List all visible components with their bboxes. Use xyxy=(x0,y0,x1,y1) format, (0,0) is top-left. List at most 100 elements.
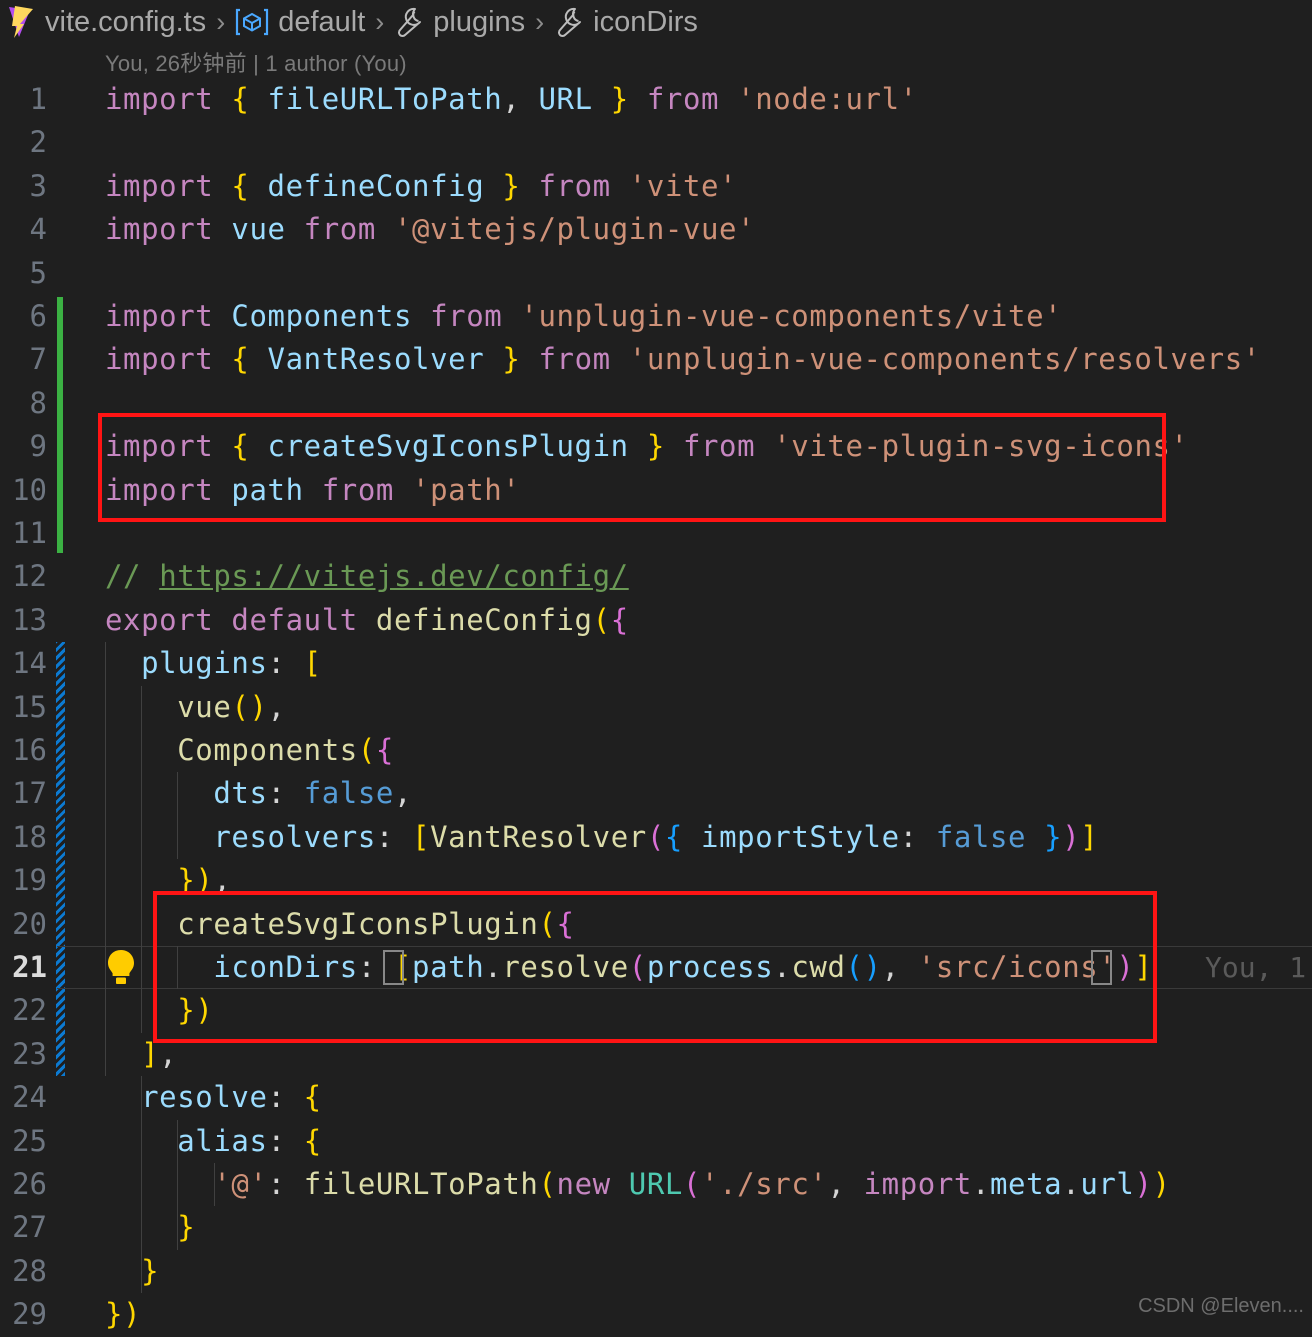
line-number: 6 xyxy=(0,295,47,338)
breadcrumb-item-plugins[interactable]: plugins xyxy=(394,6,525,38)
code-line[interactable]: 21 iconDirs: [path.resolve(process.cwd()… xyxy=(0,946,1312,989)
code-line[interactable]: 9 import { createSvgIconsPlugin } from '… xyxy=(0,425,1312,468)
line-content: '@': fileURLToPath(new URL('./src', impo… xyxy=(105,1163,1171,1206)
line-number: 29 xyxy=(0,1293,47,1336)
code-line[interactable]: 10 import path from 'path' xyxy=(0,469,1312,512)
breadcrumb-label-icondirs: iconDirs xyxy=(593,8,698,37)
line-number: 4 xyxy=(0,208,47,251)
line-number: 14 xyxy=(0,642,47,685)
code-line[interactable]: 28 } xyxy=(0,1250,1312,1293)
code-line[interactable]: 22 }) xyxy=(0,989,1312,1032)
breadcrumb-separator: › xyxy=(375,7,384,38)
vite-logo-icon xyxy=(6,5,36,39)
line-number: 26 xyxy=(0,1163,47,1206)
line-number: 8 xyxy=(0,382,47,425)
code-line[interactable]: 3 import { defineConfig } from 'vite' xyxy=(0,165,1312,208)
code-line[interactable]: 27 } xyxy=(0,1206,1312,1249)
code-line[interactable]: 19 }), xyxy=(0,859,1312,902)
line-number: 13 xyxy=(0,599,47,642)
line-number: 20 xyxy=(0,903,47,946)
line-number: 27 xyxy=(0,1206,47,1249)
code-line[interactable]: 20 createSvgIconsPlugin({ xyxy=(0,903,1312,946)
line-content: } xyxy=(105,1206,195,1249)
line-number: 2 xyxy=(0,121,47,164)
code-line[interactable]: 7 import { VantResolver } from 'unplugin… xyxy=(0,338,1312,381)
line-number: 11 xyxy=(0,512,47,555)
line-content: } xyxy=(105,1250,159,1293)
code-line[interactable]: 1 import { fileURLToPath, URL } from 'no… xyxy=(0,78,1312,121)
breadcrumb-separator: › xyxy=(535,7,544,38)
code-line[interactable]: 6 import Components from 'unplugin-vue-c… xyxy=(0,295,1312,338)
line-number: 12 xyxy=(0,555,47,598)
line-number: 15 xyxy=(0,686,47,729)
line-content: Components({ xyxy=(105,729,394,772)
line-content: createSvgIconsPlugin({ xyxy=(105,903,575,946)
line-content: ], xyxy=(105,1033,177,1076)
line-number: 17 xyxy=(0,772,47,815)
line-number: 16 xyxy=(0,729,47,772)
line-number: 3 xyxy=(0,165,47,208)
line-number: 10 xyxy=(0,469,47,512)
indent-guide xyxy=(177,946,178,989)
line-content: alias: { xyxy=(105,1120,322,1163)
code-line[interactable]: 18 resolvers: [VantResolver({ importStyl… xyxy=(0,816,1312,859)
code-line[interactable]: 29 }) xyxy=(0,1293,1312,1336)
line-content: vue(), xyxy=(105,686,286,729)
code-line[interactable]: 4 import vue from '@vitejs/plugin-vue' xyxy=(0,208,1312,251)
code-line[interactable]: 14 plugins: [ xyxy=(0,642,1312,685)
line-content: import path from 'path' xyxy=(105,469,520,512)
indent-guide xyxy=(141,1076,142,1293)
line-number: 9 xyxy=(0,425,47,468)
indent-guide xyxy=(105,642,106,1076)
line-content: // https://vitejs.dev/config/ xyxy=(105,555,629,598)
module-cube-icon xyxy=(235,7,269,37)
breadcrumb-item-default[interactable]: default xyxy=(235,7,365,37)
code-line[interactable]: 15 vue(), xyxy=(0,686,1312,729)
code-line[interactable]: 5 xyxy=(0,252,1312,295)
line-number: 24 xyxy=(0,1076,47,1119)
breadcrumb-separator: › xyxy=(216,7,225,38)
line-number: 22 xyxy=(0,989,47,1032)
breadcrumb: vite.config.ts › default › plugins › xyxy=(0,0,1312,44)
indent-guide xyxy=(177,772,178,859)
line-number: 18 xyxy=(0,816,47,859)
wrench-icon xyxy=(394,6,424,38)
code-line[interactable]: 26 '@': fileURLToPath(new URL('./src', i… xyxy=(0,1163,1312,1206)
line-content: dts: false, xyxy=(105,772,412,815)
breadcrumb-label-plugins: plugins xyxy=(433,8,525,37)
code-line[interactable]: 8 xyxy=(0,382,1312,425)
code-line[interactable]: 11 xyxy=(0,512,1312,555)
breadcrumb-label-default: default xyxy=(278,8,365,37)
code-line[interactable]: 12 // https://vitejs.dev/config/ xyxy=(0,555,1312,598)
line-content: resolvers: [VantResolver({ importStyle: … xyxy=(105,816,1098,859)
code-line[interactable]: 25 alias: { xyxy=(0,1120,1312,1163)
line-content: import { fileURLToPath, URL } from 'node… xyxy=(105,78,918,121)
line-number: 21 xyxy=(0,946,47,989)
indent-guide xyxy=(141,686,142,1033)
code-line[interactable]: 23 ], xyxy=(0,1033,1312,1076)
code-line[interactable]: 24 resolve: { xyxy=(0,1076,1312,1119)
line-content: iconDirs: [path.resolve(process.cwd(), '… xyxy=(105,946,1153,989)
indent-guide xyxy=(214,1163,215,1206)
line-number: 5 xyxy=(0,252,47,295)
line-number: 1 xyxy=(0,78,47,121)
line-content: }) xyxy=(105,989,213,1032)
line-number: 19 xyxy=(0,859,47,902)
line-number: 28 xyxy=(0,1250,47,1293)
line-content: import Components from 'unplugin-vue-com… xyxy=(105,295,1062,338)
line-content: import { VantResolver } from 'unplugin-v… xyxy=(105,338,1261,381)
breadcrumb-item-icondirs[interactable]: iconDirs xyxy=(554,6,698,38)
code-line[interactable]: 13 export default defineConfig({ xyxy=(0,599,1312,642)
code-line[interactable]: 17 dts: false, xyxy=(0,772,1312,815)
git-blame-annotation: You, 26秒钟前 | 1 author (You) xyxy=(105,46,407,78)
line-content: }), xyxy=(105,859,231,902)
breadcrumb-item-file[interactable]: vite.config.ts xyxy=(6,5,206,39)
code-line[interactable]: 16 Components({ xyxy=(0,729,1312,772)
line-content: export default defineConfig({ xyxy=(105,599,629,642)
code-line[interactable]: 2 xyxy=(0,121,1312,164)
code-editor[interactable]: 1 import { fileURLToPath, URL } from 'no… xyxy=(0,78,1312,1326)
line-content: plugins: [ xyxy=(105,642,322,685)
line-number: 23 xyxy=(0,1033,47,1076)
wrench-icon xyxy=(554,6,584,38)
line-content: import vue from '@vitejs/plugin-vue' xyxy=(105,208,755,251)
